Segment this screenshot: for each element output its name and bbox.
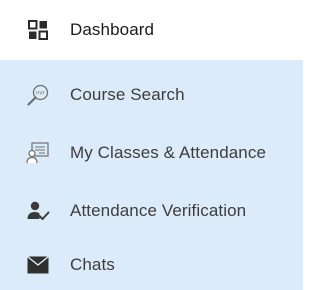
menu-item-label: Attendance Verification <box>70 201 247 220</box>
menu-item-label: Course Search <box>70 85 185 104</box>
classes-attendance-icon <box>26 141 50 165</box>
dashboard-grid-icon <box>26 18 50 42</box>
menu-item-chats[interactable]: Chats <box>0 240 303 290</box>
menu-item-attendance-verification[interactable]: Attendance Verification <box>0 182 303 240</box>
menu-item-course-search[interactable]: mrr Course Search <box>0 66 303 124</box>
side-menu: Dashboard mrr Course Search My Classes &… <box>0 0 303 290</box>
menu-item-my-classes-attendance[interactable]: My Classes & Attendance <box>0 124 303 182</box>
menu-item-label: Dashboard <box>70 20 155 39</box>
course-search-icon: mrr <box>26 83 50 107</box>
menu-item-label: My Classes & Attendance <box>70 143 267 162</box>
svg-text:mrr: mrr <box>36 90 46 96</box>
envelope-icon <box>26 253 50 277</box>
menu-item-label: Chats <box>70 255 115 274</box>
menu-item-dashboard[interactable]: Dashboard <box>0 0 303 60</box>
attendance-verification-icon <box>26 199 50 223</box>
